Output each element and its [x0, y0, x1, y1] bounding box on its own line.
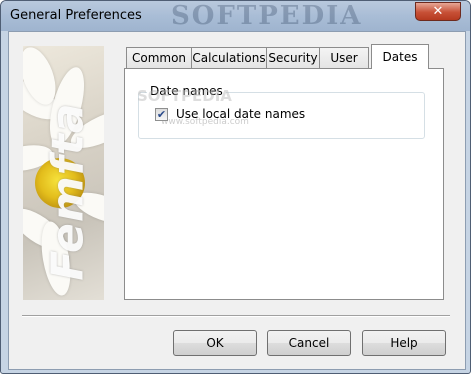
title-bar[interactable]: General Preferences SOFTPEDIA ✕	[1, 1, 470, 31]
dates-panel: Date names SOFTPEDIA www.softpedia.com ✔…	[124, 68, 444, 300]
window-title: General Preferences	[10, 8, 142, 23]
use-local-date-names-checkbox[interactable]: ✔	[155, 108, 168, 121]
use-local-date-names-label[interactable]: Use local date names	[176, 107, 305, 121]
tab-calculations[interactable]: Calculations	[191, 47, 267, 68]
ok-button[interactable]: OK	[173, 330, 257, 356]
divider	[22, 315, 450, 317]
date-names-group: Date names SOFTPEDIA www.softpedia.com ✔…	[137, 84, 425, 139]
cancel-button[interactable]: Cancel	[267, 330, 351, 356]
checkmark-icon: ✔	[156, 108, 167, 121]
close-button[interactable]: ✕	[415, 2, 461, 21]
close-icon: ✕	[432, 4, 444, 19]
help-button[interactable]: Help	[362, 330, 446, 356]
title-watermark: SOFTPEDIA	[171, 1, 363, 31]
tab-common[interactable]: Common	[126, 47, 192, 68]
tab-dates[interactable]: Dates	[371, 44, 429, 69]
dialog-body: Femfta Common Calculations Security User…	[8, 31, 466, 370]
preferences-window: General Preferences SOFTPEDIA ✕ Femfta C…	[0, 0, 471, 374]
tab-user[interactable]: User	[319, 47, 369, 68]
tab-security[interactable]: Security	[266, 47, 320, 68]
brand-banner-image: Femfta	[23, 46, 104, 300]
softpedia-watermark: SOFTPEDIA	[137, 87, 232, 105]
banner-brand-text: Femfta	[42, 102, 94, 281]
